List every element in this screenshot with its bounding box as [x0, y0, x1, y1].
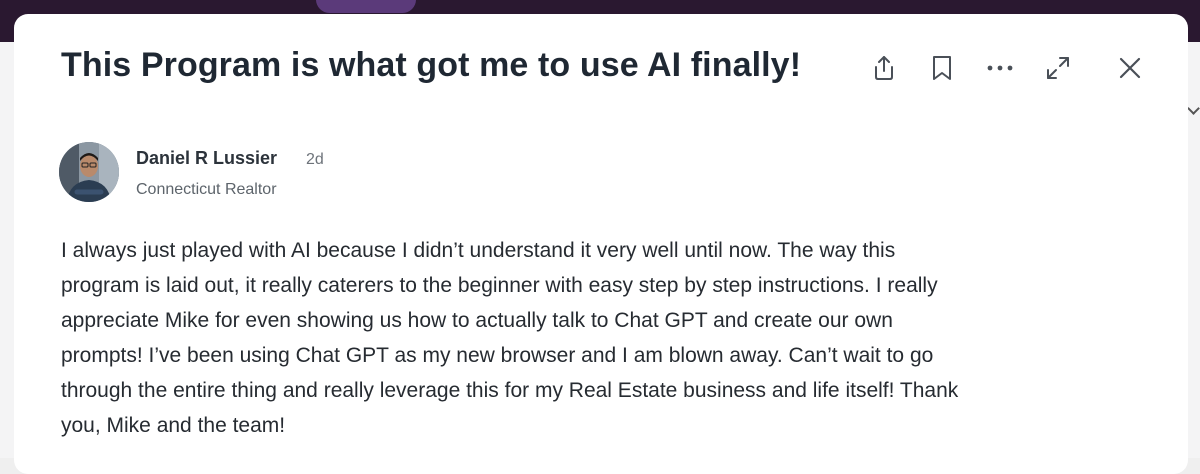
- post-body-line: I always just played with AI because I d…: [61, 239, 896, 262]
- author-subtitle: Connecticut Realtor: [136, 181, 277, 198]
- post-body: I always just played with AI because I d…: [61, 233, 1151, 443]
- background-right-strip: [1187, 42, 1200, 458]
- more-options-button[interactable]: [982, 50, 1018, 86]
- share-button[interactable]: [866, 50, 902, 86]
- nav-active-indicator: [316, 0, 416, 13]
- close-icon: [1119, 57, 1141, 79]
- post-modal: This Program is what got me to use AI fi…: [14, 14, 1188, 474]
- post-actions: [866, 50, 1166, 86]
- chevron-down-icon: [1187, 102, 1200, 115]
- post-author: Daniel R Lussier 2d Connecticut Realtor: [59, 142, 659, 204]
- avatar-photo: [59, 142, 119, 202]
- expand-button[interactable]: [1040, 50, 1076, 86]
- post-body-line: prompts! I’ve been using Chat GPT as my …: [61, 344, 934, 367]
- background-left-strip: [0, 42, 14, 458]
- close-button[interactable]: [1112, 50, 1148, 86]
- post-body-line: through the entire thing and really leve…: [61, 379, 959, 402]
- post-body-line: appreciate Mike for even showing us how …: [61, 309, 893, 332]
- post-timestamp: 2d: [306, 151, 324, 168]
- avatar[interactable]: [59, 142, 119, 202]
- more-options-icon: [987, 65, 1013, 71]
- author-name[interactable]: Daniel R Lussier: [136, 148, 277, 169]
- post-title: This Program is what got me to use AI fi…: [61, 46, 802, 84]
- post-body-line: you, Mike and the team!: [61, 414, 286, 437]
- post-body-line: program is laid out, it really caterers …: [61, 274, 938, 297]
- bookmark-icon: [933, 56, 951, 80]
- share-icon: [875, 56, 893, 80]
- expand-icon: [1047, 57, 1069, 79]
- bookmark-button[interactable]: [924, 50, 960, 86]
